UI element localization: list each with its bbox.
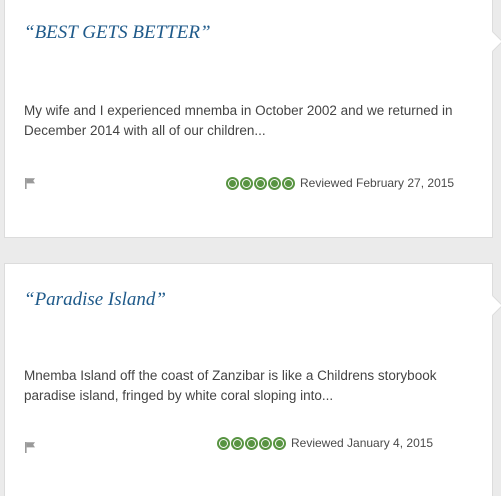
review-date: Reviewed January 4, 2015 [291,436,434,450]
rating-bubble-icon [254,176,267,190]
rating-bubble-icon [245,436,258,450]
rating-bubbles [217,436,286,450]
review-title[interactable]: “BEST GETS BETTER” [24,22,211,44]
review-snippet: My wife and I experienced mnemba in Octo… [24,103,453,138]
rating-bubble-icon [240,176,253,190]
rating-bubble-icon [259,436,272,450]
review-card: “Paradise Island” Mnemba Island off the … [4,263,501,496]
rating-bubble-icon [231,436,244,450]
review-card: “BEST GETS BETTER” My wife and I experie… [4,0,501,238]
rating-bubble-icon [217,436,230,450]
flag-icon[interactable] [24,441,36,453]
rating-bubble-icon [268,176,281,190]
review-date: Reviewed February 27, 2015 [300,176,455,190]
review-title[interactable]: “Paradise Island” [24,289,166,311]
rating-bubble-icon [226,176,239,190]
rating: Reviewed February 27, 2015 [226,176,454,190]
card-pointer [481,30,501,53]
rating-bubble-icon [273,436,286,450]
rating: Reviewed January 4, 2015 [217,436,433,450]
rating-bubble-icon [282,176,295,190]
review-snippet: Mnemba Island off the coast of Zanzibar … [24,368,437,403]
flag-icon[interactable] [24,177,36,189]
rating-bubbles [226,176,295,190]
card-pointer [481,294,501,317]
